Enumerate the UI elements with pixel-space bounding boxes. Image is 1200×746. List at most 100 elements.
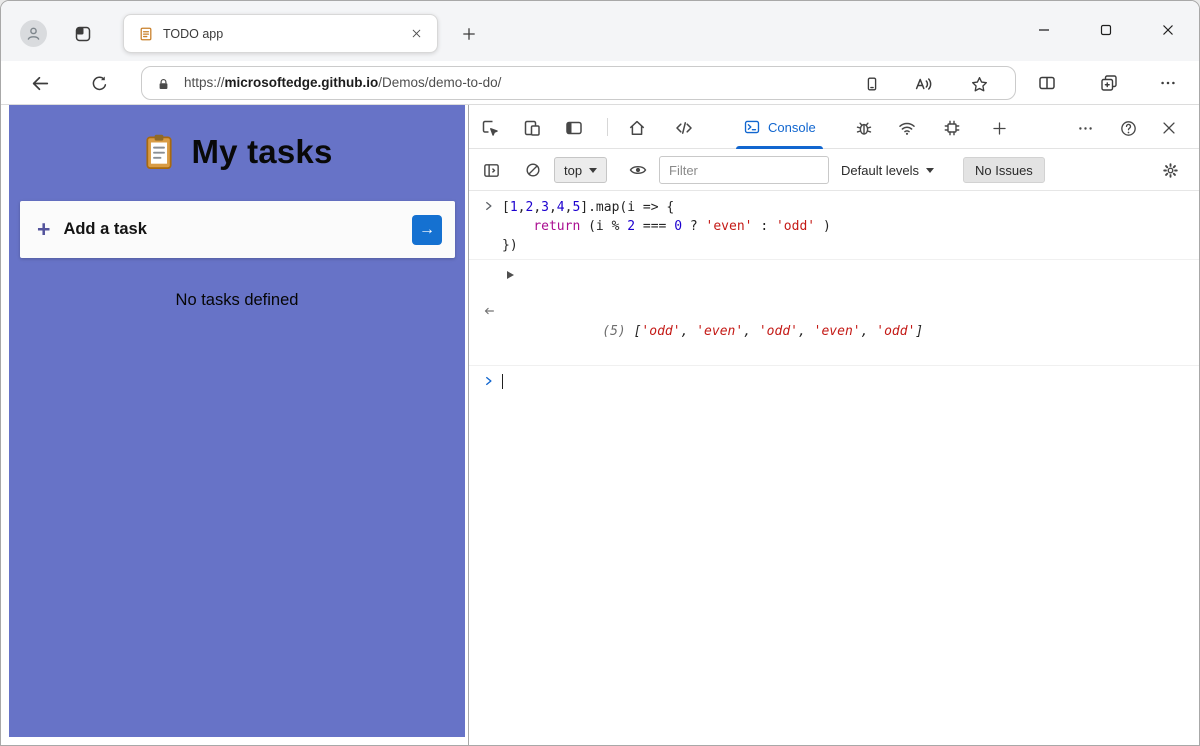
ellipsis-icon bbox=[1077, 120, 1094, 137]
content-area: My tasks + Add a task → No tasks defined bbox=[1, 105, 1199, 745]
clear-console-button[interactable] bbox=[522, 159, 544, 181]
clipboard-icon bbox=[141, 133, 177, 171]
split-screen-icon bbox=[1037, 73, 1057, 93]
settings-menu-button[interactable] bbox=[1155, 70, 1181, 96]
new-tab-button[interactable] bbox=[456, 21, 482, 47]
device-toolbar-icon bbox=[522, 118, 542, 138]
network-conditions-button[interactable] bbox=[896, 117, 918, 139]
profile-avatar-button[interactable] bbox=[20, 20, 47, 47]
browser-tab[interactable]: TODO app bbox=[123, 14, 438, 53]
tab-strip: TODO app bbox=[1, 1, 1199, 61]
help-icon bbox=[1119, 119, 1138, 138]
arrow-left-icon bbox=[30, 73, 51, 94]
maximize-button[interactable] bbox=[1083, 9, 1129, 51]
url-path: /Demos/demo-to-do/ bbox=[378, 75, 501, 90]
split-screen-button[interactable] bbox=[1034, 70, 1060, 96]
console-command[interactable]: [1,2,3,4,5].map(i => { return (i % 2 ===… bbox=[469, 191, 1199, 260]
console-toolbar: top Default levels bbox=[469, 149, 1199, 191]
todo-app-background: My tasks + Add a task → No tasks defined bbox=[9, 105, 465, 737]
console-tab-label: Console bbox=[768, 120, 816, 135]
console-sidebar-button[interactable] bbox=[480, 159, 502, 181]
arrow-right-icon: → bbox=[419, 221, 435, 239]
address-bar[interactable]: https://microsoftedge.github.io/Demos/de… bbox=[141, 66, 1016, 100]
close-devtools-button[interactable] bbox=[1158, 117, 1180, 139]
console-prompt[interactable] bbox=[469, 366, 1199, 397]
console-icon bbox=[743, 118, 761, 136]
close-icon bbox=[1160, 119, 1178, 137]
live-expression-button[interactable] bbox=[627, 159, 649, 181]
close-icon bbox=[1158, 20, 1178, 40]
return-value-icon bbox=[481, 267, 575, 358]
plus-icon bbox=[991, 120, 1008, 137]
expand-triangle-icon[interactable] bbox=[507, 271, 514, 279]
no-issues-button[interactable]: No Issues bbox=[963, 157, 1045, 183]
tab-title: TODO app bbox=[163, 27, 407, 41]
browser-window: TODO app bbox=[0, 0, 1200, 746]
chip-icon bbox=[942, 118, 962, 138]
inspect-icon bbox=[480, 118, 500, 138]
performance-button[interactable] bbox=[941, 117, 963, 139]
add-panel-button[interactable] bbox=[988, 117, 1010, 139]
read-aloud-icon[interactable] bbox=[910, 71, 936, 97]
issues-button[interactable] bbox=[853, 117, 875, 139]
clear-icon bbox=[524, 161, 542, 179]
focus-mode-icon bbox=[564, 118, 584, 138]
tab-actions-icon bbox=[73, 24, 93, 44]
refresh-icon bbox=[90, 74, 109, 93]
help-button[interactable] bbox=[1117, 117, 1139, 139]
more-tools-button[interactable] bbox=[1074, 117, 1096, 139]
chevron-down-icon bbox=[589, 168, 597, 173]
favorites-star-icon[interactable] bbox=[966, 71, 992, 97]
devtools-main-toolbar: Console bbox=[469, 105, 1199, 149]
result-text: (5) ['odd', 'even', 'odd', 'even', 'odd'… bbox=[602, 324, 923, 339]
focus-mode-button[interactable] bbox=[563, 117, 585, 139]
app-header: My tasks bbox=[9, 133, 465, 171]
command-line: [1,2,3,4,5].map(i => { bbox=[502, 198, 1189, 217]
url-scheme: https:// bbox=[184, 75, 225, 90]
todo-app-page: My tasks + Add a task → No tasks defined bbox=[1, 105, 468, 745]
eye-icon bbox=[628, 160, 648, 180]
gear-icon bbox=[1161, 161, 1180, 180]
close-window-button[interactable] bbox=[1145, 9, 1191, 51]
filter-input[interactable] bbox=[659, 156, 829, 184]
lock-icon[interactable] bbox=[150, 71, 176, 97]
chevron-down-icon bbox=[926, 168, 934, 173]
context-selector-label: top bbox=[564, 163, 582, 178]
tab-favicon-icon bbox=[138, 26, 154, 42]
plus-icon bbox=[461, 26, 477, 42]
add-task-label: Add a task bbox=[63, 220, 412, 239]
sidebar-icon bbox=[482, 161, 501, 180]
back-button[interactable] bbox=[27, 70, 53, 96]
context-selector[interactable]: top bbox=[554, 157, 607, 183]
log-levels-dropdown[interactable]: Default levels bbox=[841, 157, 934, 183]
collections-button[interactable] bbox=[1096, 70, 1122, 96]
bug-icon bbox=[854, 118, 874, 138]
tab-actions-menu-button[interactable] bbox=[70, 21, 96, 47]
no-issues-label: No Issues bbox=[975, 163, 1033, 178]
console-output[interactable]: [1,2,3,4,5].map(i => { return (i % 2 ===… bbox=[469, 191, 1199, 745]
device-emulation-button[interactable] bbox=[521, 117, 543, 139]
refresh-button[interactable] bbox=[86, 70, 112, 96]
add-task-row[interactable]: + Add a task → bbox=[20, 201, 455, 258]
submit-task-button[interactable]: → bbox=[412, 215, 442, 245]
console-result[interactable]: (5) ['odd', 'even', 'odd', 'even', 'odd'… bbox=[469, 260, 1199, 366]
prompt-chevron-icon bbox=[483, 375, 495, 387]
tab-welcome[interactable] bbox=[626, 117, 648, 139]
command-chevron-icon bbox=[483, 200, 495, 212]
minimize-icon bbox=[1034, 20, 1054, 40]
command-line: return (i % 2 === 0 ? 'even' : 'odd' ) bbox=[502, 217, 1189, 236]
inspect-element-button[interactable] bbox=[479, 117, 501, 139]
url-host: microsoftedge.github.io bbox=[225, 75, 379, 90]
open-in-app-icon[interactable] bbox=[859, 71, 885, 97]
devtools-panel: Console bbox=[468, 105, 1199, 745]
tab-elements[interactable] bbox=[673, 117, 695, 139]
tab-console[interactable]: Console bbox=[729, 105, 830, 149]
ellipsis-icon bbox=[1159, 74, 1177, 92]
home-icon bbox=[627, 118, 647, 138]
console-settings-button[interactable] bbox=[1159, 159, 1181, 181]
minimize-button[interactable] bbox=[1021, 9, 1067, 51]
page-title: My tasks bbox=[191, 133, 332, 171]
tab-close-icon[interactable] bbox=[407, 25, 425, 43]
log-levels-label: Default levels bbox=[841, 163, 919, 178]
navigation-bar: https://microsoftedge.github.io/Demos/de… bbox=[1, 61, 1199, 105]
